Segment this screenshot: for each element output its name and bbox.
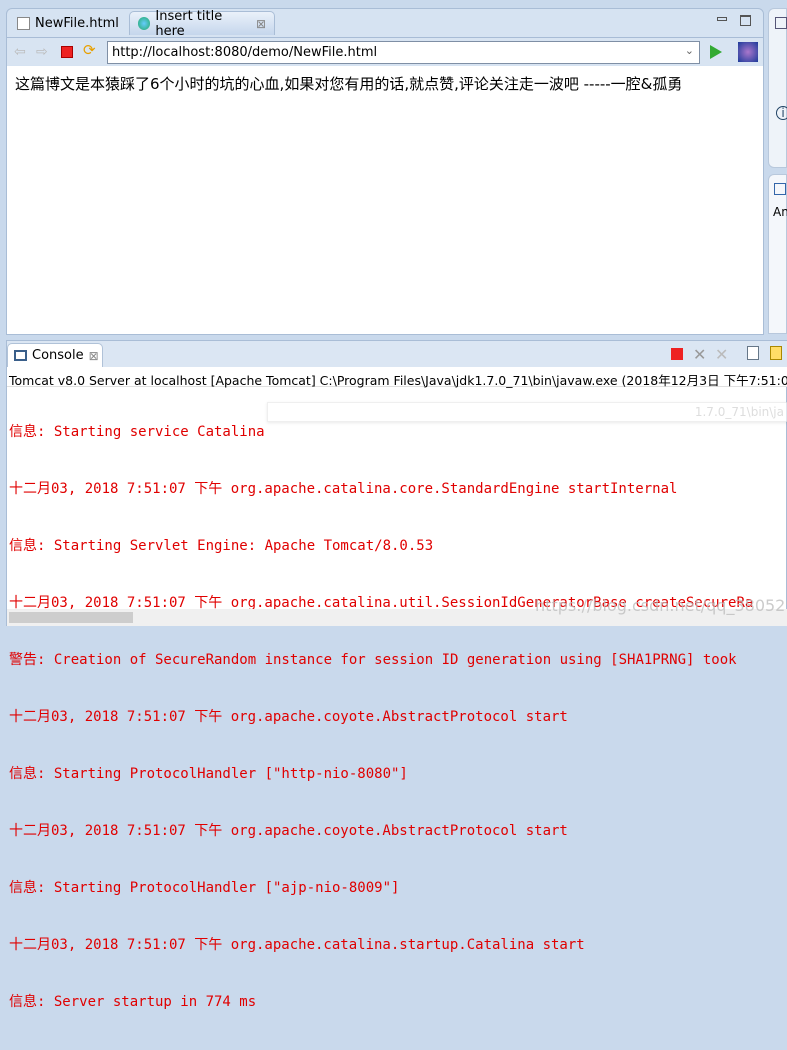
log-line: 信息: Starting ProtocolHandler ["ajp-nio-8… <box>9 880 400 896</box>
tab-newfile-html[interactable]: NewFile.html <box>9 11 127 35</box>
remove-launch-icon[interactable]: ✕ <box>693 345 707 364</box>
log-line: 十二月03, 2018 7:51:07 下午 org.apache.catali… <box>9 481 678 497</box>
close-icon[interactable]: ⊠ <box>89 349 99 363</box>
refresh-icon[interactable]: ⟳ <box>83 43 97 58</box>
console-output[interactable]: 信息: Starting service Catalina 十二月03, 201… <box>9 385 787 1050</box>
page-content: 这篇博文是本猿踩了6个小时的坑的心血,如果对您有用的话,就点赞,评论关注走一波吧… <box>7 66 763 334</box>
tab-label: NewFile.html <box>35 15 119 31</box>
go-icon[interactable] <box>710 45 722 59</box>
console-icon <box>14 350 27 361</box>
log-line: 信息: Server startup in 774 ms <box>9 994 257 1010</box>
tab-insert-title[interactable]: Insert title here ⊠ <box>129 9 275 39</box>
terminate-icon[interactable] <box>671 348 683 360</box>
log-line: 信息: Starting ProtocolHandler ["http-nio-… <box>9 766 408 782</box>
html-file-icon <box>17 16 30 30</box>
browser-view: NewFile.html Insert title here ⊠ ⇦ ⇨ ⟳ h… <box>6 8 764 335</box>
tree-icon[interactable] <box>774 183 786 195</box>
page-text: 这篇博文是本猿踩了6个小时的坑的心血,如果对您有用的话,就点赞,评论关注走一波吧… <box>15 75 683 93</box>
process-label: Tomcat v8.0 Server at localhost [Apache … <box>7 367 787 388</box>
url-text: http://localhost:8080/demo/NewFile.html <box>112 45 378 60</box>
tooltip: 1.7.0_71\bin\ja <box>267 402 787 422</box>
remove-all-icon[interactable]: ✕ <box>715 345 729 364</box>
scrollbar-thumb[interactable] <box>9 612 133 623</box>
globe-icon <box>138 17 151 30</box>
log-line: 警告: Creation of SecureRandom instance fo… <box>9 652 737 668</box>
tooltip-text: 1.7.0_71\bin\ja <box>694 405 784 419</box>
log-line: 信息: Starting Servlet Engine: Apache Tomc… <box>9 538 434 554</box>
scroll-lock-icon[interactable] <box>770 346 782 360</box>
log-line: 十二月03, 2018 7:51:07 下午 org.apache.catali… <box>9 937 585 953</box>
url-input[interactable]: http://localhost:8080/demo/NewFile.html … <box>107 41 700 64</box>
console-header: Console ⊠ ✕ ✕ <box>7 341 787 367</box>
panel-label: An <box>773 205 787 219</box>
log-line: 十二月03, 2018 7:51:07 下午 org.apache.coyote… <box>9 709 568 725</box>
outline-icon[interactable] <box>775 17 787 29</box>
stop-icon[interactable] <box>61 46 73 58</box>
chevron-down-icon[interactable]: ⌄ <box>685 44 694 57</box>
right-panel-top: i <box>768 8 787 168</box>
clear-console-icon[interactable] <box>747 346 759 360</box>
close-icon[interactable]: ⊠ <box>256 17 266 31</box>
watermark: https://blog.csdn.net/qq_38052995 <box>535 596 787 615</box>
maximize-icon[interactable] <box>740 15 751 26</box>
log-line: 信息: Starting service Catalina <box>9 424 265 440</box>
eclipse-icon[interactable] <box>738 42 758 62</box>
info-icon: i <box>776 106 787 120</box>
tab-console[interactable]: Console ⊠ <box>7 343 103 367</box>
minimize-icon[interactable] <box>717 17 727 21</box>
forward-icon[interactable]: ⇨ <box>36 45 50 59</box>
tab-label: Console <box>32 348 84 363</box>
console-view: Console ⊠ ✕ ✕ Tomcat v8.0 Server at loca… <box>6 340 787 1010</box>
back-icon[interactable]: ⇦ <box>14 45 28 59</box>
log-line: 十二月03, 2018 7:51:07 下午 org.apache.coyote… <box>9 823 568 839</box>
tab-label: Insert title here <box>155 8 223 39</box>
browser-toolbar: ⇦ ⇨ ⟳ http://localhost:8080/demo/NewFile… <box>7 37 763 65</box>
right-panel-bottom: An <box>768 174 787 334</box>
